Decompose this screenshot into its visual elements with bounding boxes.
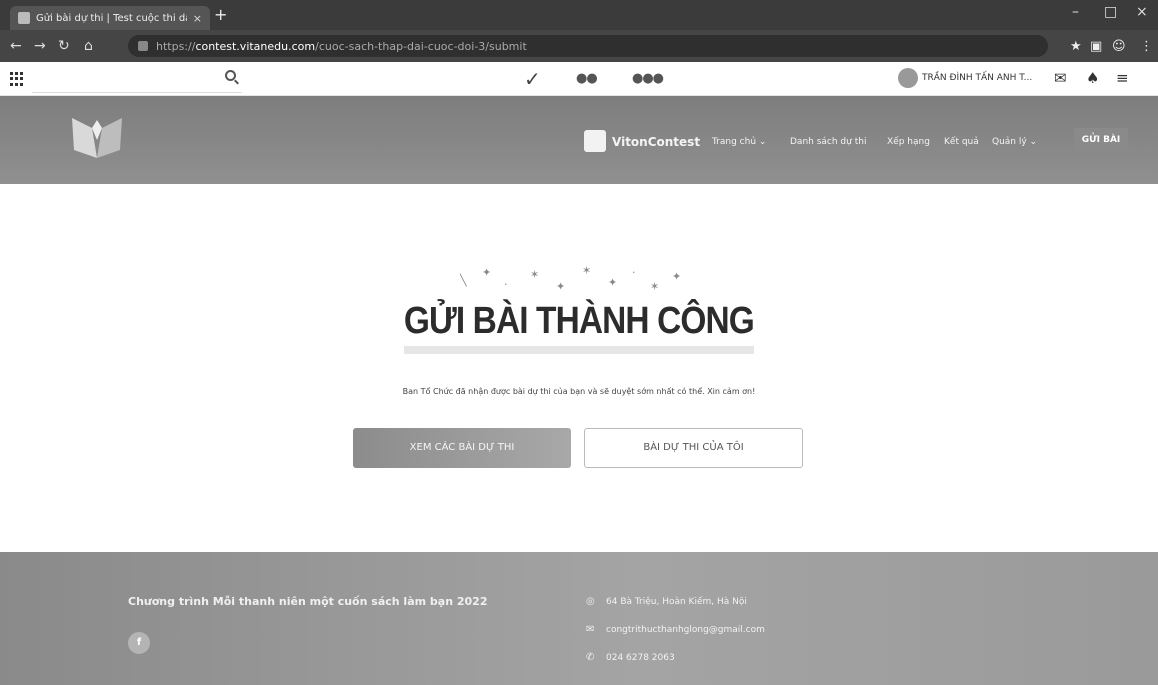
nav-item-ranking[interactable]: Xếp hạng	[887, 137, 930, 147]
browser-tab-bar: Gửi bài dự thi | Test cuộc thi dai × + –…	[0, 0, 1158, 30]
footer-address: 64 Bà Triệu, Hoàn Kiếm, Hà Nội	[606, 597, 747, 607]
page-title: GỬI BÀI THÀNH CÔNG	[403, 300, 755, 342]
home-icon[interactable]: ⌂	[84, 38, 93, 54]
view-entries-button[interactable]: XEM CÁC BÀI DỰ THI	[353, 428, 571, 468]
menu-dots-icon[interactable]: ⋮	[1140, 39, 1153, 54]
footer-email[interactable]: congtrithucthanhglong@gmail.com	[606, 625, 765, 635]
footer-phone[interactable]: 024 6278 2063	[606, 653, 675, 663]
browser-tab[interactable]: Gửi bài dự thi | Test cuộc thi dai ×	[10, 6, 210, 30]
check-icon[interactable]: ✓	[524, 67, 541, 91]
chat-icon[interactable]: ✉	[1054, 69, 1067, 87]
phone-icon: ✆	[586, 652, 595, 663]
reload-icon[interactable]: ↻	[58, 38, 70, 54]
maximize-button[interactable]: □	[1104, 4, 1117, 20]
nav-item-results[interactable]: Kết quả	[944, 137, 979, 147]
success-message: Ban Tổ Chức đã nhận được bài dự thi của …	[402, 387, 756, 396]
footer: Chương trình Mỗi thanh niên một cuốn sác…	[0, 552, 1158, 685]
users-icon[interactable]: ●●	[576, 71, 598, 86]
nav-item-home[interactable]: Trang chủ ⌄	[712, 137, 766, 147]
search-icon[interactable]	[225, 70, 236, 81]
browser-address-bar: ← → ↻ ⌂ https://contest.vitanedu.com/cuo…	[0, 30, 1158, 62]
location-pin-icon: ◎	[586, 596, 595, 607]
list-menu-icon[interactable]: ≡	[1116, 69, 1129, 87]
new-tab-button[interactable]: +	[214, 6, 227, 24]
tab-title: Gửi bài dự thi | Test cuộc thi dai	[36, 12, 187, 24]
lock-icon	[138, 41, 148, 51]
title-underline	[404, 346, 754, 354]
nav-item-manage[interactable]: Quản lý ⌄	[992, 137, 1037, 147]
mail-icon: ✉	[586, 624, 595, 635]
brand-icon	[584, 130, 606, 152]
avatar[interactable]	[898, 68, 918, 88]
header-banner: VitonContest Trang chủ ⌄ Danh sách dự th…	[0, 96, 1158, 184]
site-logo[interactable]	[62, 110, 132, 166]
url-input[interactable]: https://contest.vitanedu.com/cuoc-sach-t…	[128, 35, 1048, 57]
close-window-button[interactable]: ×	[1136, 4, 1148, 20]
tab-close-icon[interactable]: ×	[193, 12, 202, 25]
submit-entry-button[interactable]: GỬI BÀI	[1074, 128, 1128, 152]
footer-program-title: Chương trình Mỗi thanh niên một cuốn sác…	[128, 595, 488, 608]
confetti-decoration: ╲ ✦ · ✶ ✦ ✶ ✦ · ✶ ✦	[460, 264, 682, 293]
bell-icon[interactable]: ♠	[1086, 69, 1099, 87]
site-top-bar: ✓ ●● ●●● TRẦN ĐÌNH TẤN ANH T... ✉ ♠ ≡	[0, 62, 1158, 96]
apps-grid-icon[interactable]	[10, 72, 24, 86]
user-name[interactable]: TRẦN ĐÌNH TẤN ANH T...	[922, 73, 1032, 83]
extension-icon[interactable]: ▣	[1090, 39, 1102, 54]
favicon-icon	[18, 12, 30, 24]
star-icon[interactable]: ★	[1070, 39, 1082, 54]
back-arrow-icon[interactable]: ←	[10, 38, 22, 54]
search-input[interactable]	[32, 92, 242, 93]
url-text: https://contest.vitanedu.com/cuoc-sach-t…	[156, 39, 527, 53]
profile-icon[interactable]: ☺	[1112, 39, 1126, 54]
facebook-icon[interactable]: f	[128, 632, 150, 654]
minimize-button[interactable]: –	[1072, 4, 1079, 20]
my-entries-button[interactable]: BÀI DỰ THI CỦA TÔI	[584, 428, 803, 468]
group-icon[interactable]: ●●●	[632, 71, 664, 86]
brand-name[interactable]: VitonContest	[612, 135, 700, 149]
nav-item-entries[interactable]: Danh sách dự thi	[790, 137, 866, 147]
forward-arrow-icon[interactable]: →	[34, 38, 46, 54]
